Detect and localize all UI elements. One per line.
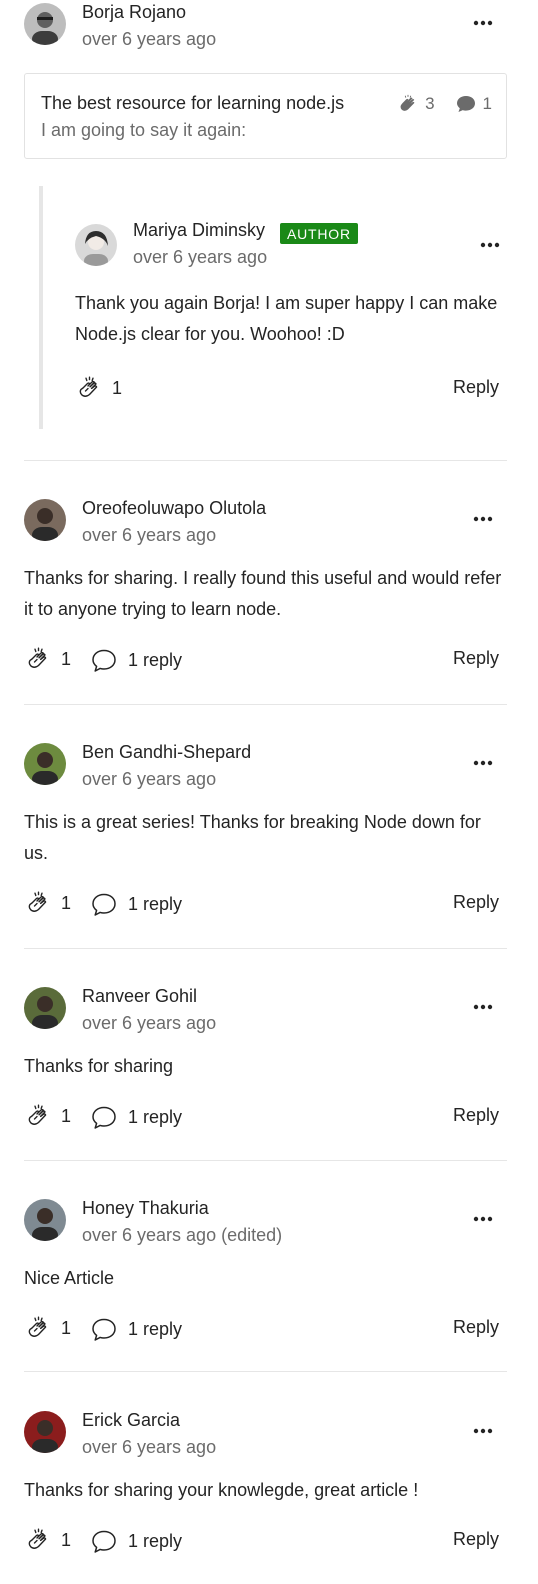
speech-bubble-icon[interactable] [90,1528,118,1556]
clap-count: 1 [61,893,72,913]
quoted-story-stats: 3 1 [397,93,492,115]
timestamp[interactable]: over 6 years ago [82,1437,216,1458]
divider [24,948,507,949]
clap-icon[interactable] [24,1314,54,1344]
comment-actions: 1 1 reply Reply [24,1312,507,1346]
speech-bubble-icon[interactable] [90,1104,118,1132]
author-name[interactable]: Erick Garcia [82,1410,180,1431]
comment-header: Honey Thakuria over 6 years ago (edited) [24,1196,507,1246]
timestamp[interactable]: over 6 years ago [82,1013,216,1034]
quoted-story-responses: 1 [482,94,492,113]
clap-icon[interactable] [24,1526,54,1556]
avatar[interactable] [24,1199,66,1241]
author-name[interactable]: Borja Rojano [82,2,186,23]
reply-button[interactable]: Reply [453,1317,499,1338]
comment-3: Honey Thakuria over 6 years ago (edited)… [24,1196,507,1346]
comment-header: Oreofeoluwapo Olutola over 6 years ago [24,496,507,546]
comment-actions: 1 Reply [75,372,507,406]
quoted-story-title: The best resource for learning node.js [41,93,345,113]
reply-button[interactable]: Reply [453,1529,499,1550]
clap-count: 1 [61,649,72,669]
author-name[interactable]: Mariya Diminsky [133,220,265,241]
divider [24,460,507,461]
reply-button[interactable]: Reply [453,648,499,669]
more-options-icon[interactable] [471,754,495,772]
avatar[interactable] [24,499,66,541]
comment-1: Ben Gandhi-Shepard over 6 years ago This… [24,740,507,921]
timestamp[interactable]: over 6 years ago [133,247,267,268]
author-name[interactable]: Ben Gandhi-Shepard [82,742,251,763]
comment-text: Nice Article [24,1268,115,1288]
comment-4: Erick Garcia over 6 years ago Thanks for… [24,1408,507,1558]
clap-icon[interactable] [24,1102,54,1132]
clap-icon[interactable] [75,374,105,404]
timestamp[interactable]: over 6 years ago (edited) [82,1225,282,1246]
comment-header: Erick Garcia over 6 years ago [24,1408,507,1458]
comment-actions: 1 1 reply Reply [24,643,507,677]
more-options-icon[interactable] [471,1210,495,1228]
clap-icon[interactable] [24,889,54,919]
clap-count: 1 [61,1530,72,1550]
comment-borja: Borja Rojano over 6 years ago [24,0,507,50]
reply-count[interactable]: 1 reply [128,1531,182,1552]
clap-icon [400,94,415,111]
avatar[interactable] [24,3,66,45]
author-name[interactable]: Honey Thakuria [82,1198,209,1219]
comment-header: Borja Rojano over 6 years ago [24,0,507,50]
more-options-icon[interactable] [471,1422,495,1440]
comment-header: Ranveer Gohil over 6 years ago [24,984,507,1034]
timestamp[interactable]: over 6 years ago [82,29,216,50]
comment-text: Thanks for sharing your knowlegde, great… [24,1480,419,1500]
more-options-icon[interactable] [471,998,495,1016]
comment-actions: 1 1 reply Reply [24,1524,507,1558]
comment-text: Thanks for sharing. I really found this … [24,568,502,619]
divider [24,1160,507,1161]
speech-bubble-icon[interactable] [90,891,118,919]
author-badge: AUTHOR [280,223,358,244]
more-options-icon[interactable] [471,14,495,32]
clap-count: 1 [61,1106,72,1126]
reply-button[interactable]: Reply [453,892,499,913]
author-name[interactable]: Ranveer Gohil [82,986,197,1007]
comment-text: This is a great series! Thanks for break… [24,812,481,863]
comment-0: Oreofeoluwapo Olutola over 6 years ago T… [24,496,507,677]
reply-button[interactable]: Reply [453,377,499,398]
avatar[interactable] [24,743,66,785]
comment-header: Ben Gandhi-Shepard over 6 years ago [24,740,507,790]
comment-actions: 1 1 reply Reply [24,1100,507,1134]
divider [24,1371,507,1372]
comment-author-reply: Mariya Diminsky AUTHOR over 6 years ago … [75,220,507,406]
author-name[interactable]: Oreofeoluwapo Olutola [82,498,266,519]
comment-2: Ranveer Gohil over 6 years ago Thanks fo… [24,984,507,1134]
divider [24,704,507,705]
quoted-story-claps: 3 [425,94,435,113]
quoted-story-card[interactable]: The best resource for learning node.js I… [24,73,507,159]
timestamp[interactable]: over 6 years ago [82,525,216,546]
reply-count[interactable]: 1 reply [128,650,182,671]
speech-bubble-icon [456,96,475,112]
avatar[interactable] [24,1411,66,1453]
reply-count[interactable]: 1 reply [128,1319,182,1340]
reply-button[interactable]: Reply [453,1105,499,1126]
more-options-icon[interactable] [471,510,495,528]
speech-bubble-icon[interactable] [90,647,118,675]
quoted-story-subtitle: I am going to say it again: [41,120,247,140]
speech-bubble-icon[interactable] [90,1316,118,1344]
more-options-icon[interactable] [478,236,502,254]
thread-line [39,186,43,429]
reply-count[interactable]: 1 reply [128,1107,182,1128]
clap-count: 1 [112,378,123,398]
timestamp[interactable]: over 6 years ago [82,769,216,790]
comment-header: Mariya Diminsky AUTHOR over 6 years ago [75,220,507,268]
clap-count: 1 [61,1318,72,1338]
comment-text: Thank you again Borja! I am super happy … [75,293,498,344]
clap-icon[interactable] [24,645,54,675]
comment-actions: 1 1 reply Reply [24,887,507,921]
comment-text: Thanks for sharing [24,1056,174,1076]
avatar[interactable] [75,224,117,266]
reply-count[interactable]: 1 reply [128,894,182,915]
avatar[interactable] [24,987,66,1029]
